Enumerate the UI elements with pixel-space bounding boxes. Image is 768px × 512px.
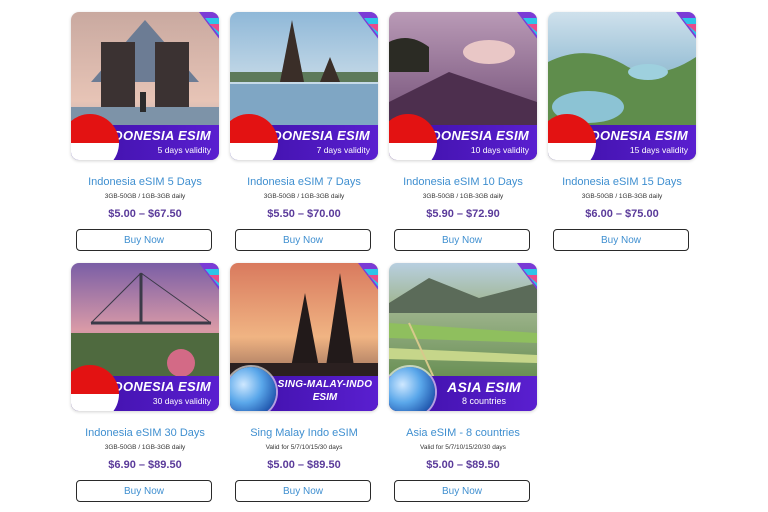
- buy-now-button[interactable]: Buy Now: [394, 229, 530, 251]
- banner-title: SING-MALAY-INDO: [277, 379, 373, 390]
- banner-subtitle: 30 days validity: [152, 396, 211, 406]
- buy-now-button[interactable]: Buy Now: [235, 229, 371, 251]
- product-card: INDONESIA ESIM 7 days validity Indonesia…: [230, 12, 378, 251]
- product-card: SING-MALAY-INDO ESIM Sing Malay Indo eSI…: [230, 263, 378, 502]
- buy-now-button[interactable]: Buy Now: [394, 480, 530, 502]
- product-detail: 3GB-50GB / 1GB-3GB daily: [581, 193, 663, 200]
- brand-logo-icon: [517, 263, 537, 290]
- product-image[interactable]: ASIA ESIM 8 countries: [389, 263, 537, 411]
- product-name-link[interactable]: Indonesia eSIM 15 Days: [528, 176, 716, 188]
- product-image[interactable]: INDONESIA ESIM 15 days validity: [548, 12, 696, 160]
- product-image[interactable]: INDONESIA ESIM 10 days validity: [389, 12, 537, 160]
- banner-subtitle: 7 days validity: [316, 145, 370, 155]
- product-image[interactable]: INDONESIA ESIM 7 days validity: [230, 12, 378, 160]
- product-image[interactable]: INDONESIA ESIM 30 days validity: [71, 263, 219, 411]
- product-card: INDONESIA ESIM 10 days validity Indonesi…: [389, 12, 537, 251]
- product-detail: Valid for 5/7/10/15/20/30 days: [420, 444, 506, 451]
- product-card: INDONESIA ESIM 15 days validity Indonesi…: [548, 12, 696, 251]
- product-price: $6.00 – $75.00: [585, 208, 659, 220]
- banner-subtitle: 8 countries: [461, 396, 507, 406]
- buy-now-button[interactable]: Buy Now: [76, 480, 212, 502]
- product-price: $5.00 – $89.50: [426, 459, 500, 471]
- product-image[interactable]: SING-MALAY-INDO ESIM: [230, 263, 378, 411]
- banner-subtitle: 15 days validity: [629, 145, 688, 155]
- product-card: INDONESIA ESIM 30 days validity Indonesi…: [71, 263, 219, 502]
- buy-now-button[interactable]: Buy Now: [553, 229, 689, 251]
- banner-subtitle: 5 days validity: [157, 145, 211, 155]
- brand-logo-icon: [517, 12, 537, 39]
- banner-subtitle: 10 days validity: [470, 145, 529, 155]
- banner-title: ASIA ESIM: [447, 379, 521, 395]
- product-card: INDONESIA ESIM 5 days validity Indonesia…: [71, 12, 219, 251]
- banner-subtitle: ESIM: [312, 392, 338, 403]
- brand-logo-icon: [358, 12, 378, 39]
- buy-now-button[interactable]: Buy Now: [235, 480, 371, 502]
- product-name-link[interactable]: Asia eSIM - 8 countries: [369, 427, 557, 439]
- brand-logo-icon: [676, 12, 696, 39]
- buy-now-button[interactable]: Buy Now: [76, 229, 212, 251]
- product-card: ASIA ESIM 8 countries Asia eSIM - 8 coun…: [389, 263, 537, 502]
- brand-logo-icon: [199, 12, 219, 39]
- product-image[interactable]: INDONESIA ESIM 5 days validity: [71, 12, 219, 160]
- brand-logo-icon: [199, 263, 219, 290]
- brand-logo-icon: [358, 263, 378, 290]
